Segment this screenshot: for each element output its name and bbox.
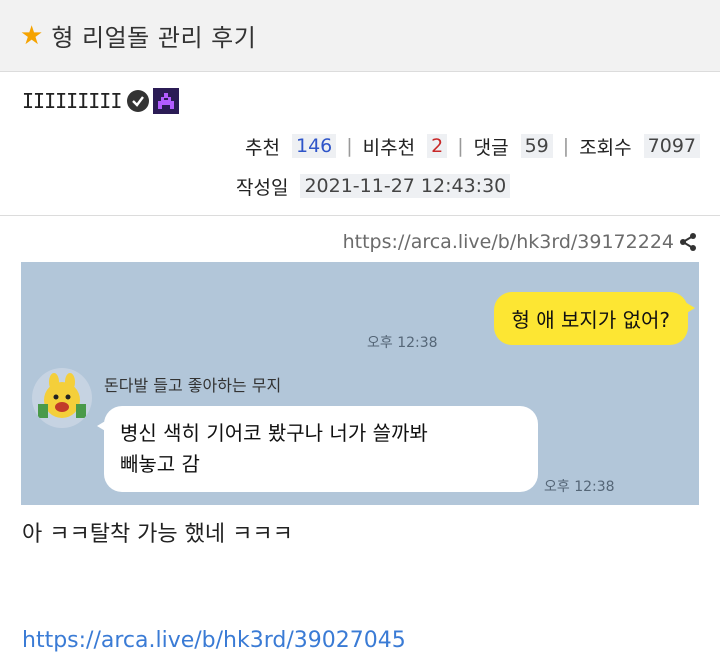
header-divider: [0, 215, 720, 216]
share-icon[interactable]: [678, 232, 698, 252]
stats-separator: |: [457, 135, 464, 157]
post-body-text: 아 ㅋㅋ탈착 가능 했네 ㅋㅋㅋ: [22, 522, 293, 547]
post-title-bar: ★ 형 리얼돌 관리 후기: [0, 0, 720, 72]
reply-message-time: 오후 12:38: [544, 479, 615, 495]
reply-line-1: 병신 색히 기어코 봤구나 너가 쓸까봐: [120, 421, 428, 445]
views-count: 7097: [643, 134, 700, 158]
recommend-label: 추천: [245, 136, 280, 159]
verified-icon: [127, 90, 150, 112]
author-row: IIIIIIIII: [22, 86, 180, 116]
stats-separator: |: [346, 135, 353, 157]
author-name[interactable]: IIIIIIIII: [22, 89, 122, 113]
avatar: [32, 368, 92, 428]
sender-name: 돈다발 들고 좋아하는 무지: [104, 376, 282, 395]
stats-separator: |: [562, 135, 570, 157]
reply-message-bubble: 병신 색히 기어코 봤구나 너가 쓸까봐 빼놓고 감: [97, 406, 538, 492]
post-date-row: 작성일 2021-11-27 12:43:30: [236, 172, 511, 200]
not-recommend-label: 비추천: [362, 136, 416, 159]
comments-label: 댓글: [473, 136, 509, 159]
recommend-count: 146: [292, 134, 337, 158]
reply-line-2: 빼놓고 감: [120, 452, 200, 476]
my-message-bubble: 형 애 보지가 없어?: [493, 292, 695, 345]
share-row: https://arca.live/b/hk3rd/39172224: [343, 228, 698, 256]
badge-icon: [153, 88, 180, 114]
share-url[interactable]: https://arca.live/b/hk3rd/39172224: [343, 231, 674, 253]
post-date: 2021-11-27 12:43:30: [300, 174, 511, 198]
date-label: 작성일: [236, 176, 289, 199]
views-label: 조회수: [579, 136, 632, 159]
chat-screenshot: 형 애 보지가 없어? 오후 12:38 돈다발 들고 좋아하는 무지 병신 색…: [21, 262, 699, 505]
comments-count: 59: [520, 134, 553, 158]
star-icon[interactable]: ★: [20, 23, 43, 49]
my-message-time: 오후 12:38: [367, 335, 438, 351]
post-body-link[interactable]: https://arca.live/b/hk3rd/39027045: [22, 628, 406, 653]
not-recommend-count: 2: [427, 134, 448, 158]
post-title: 형 리얼돌 관리 후기: [51, 24, 257, 52]
post-stats: 추천 146 | 비추천 2 | 댓글 59 | 조회수 7097: [245, 132, 700, 160]
